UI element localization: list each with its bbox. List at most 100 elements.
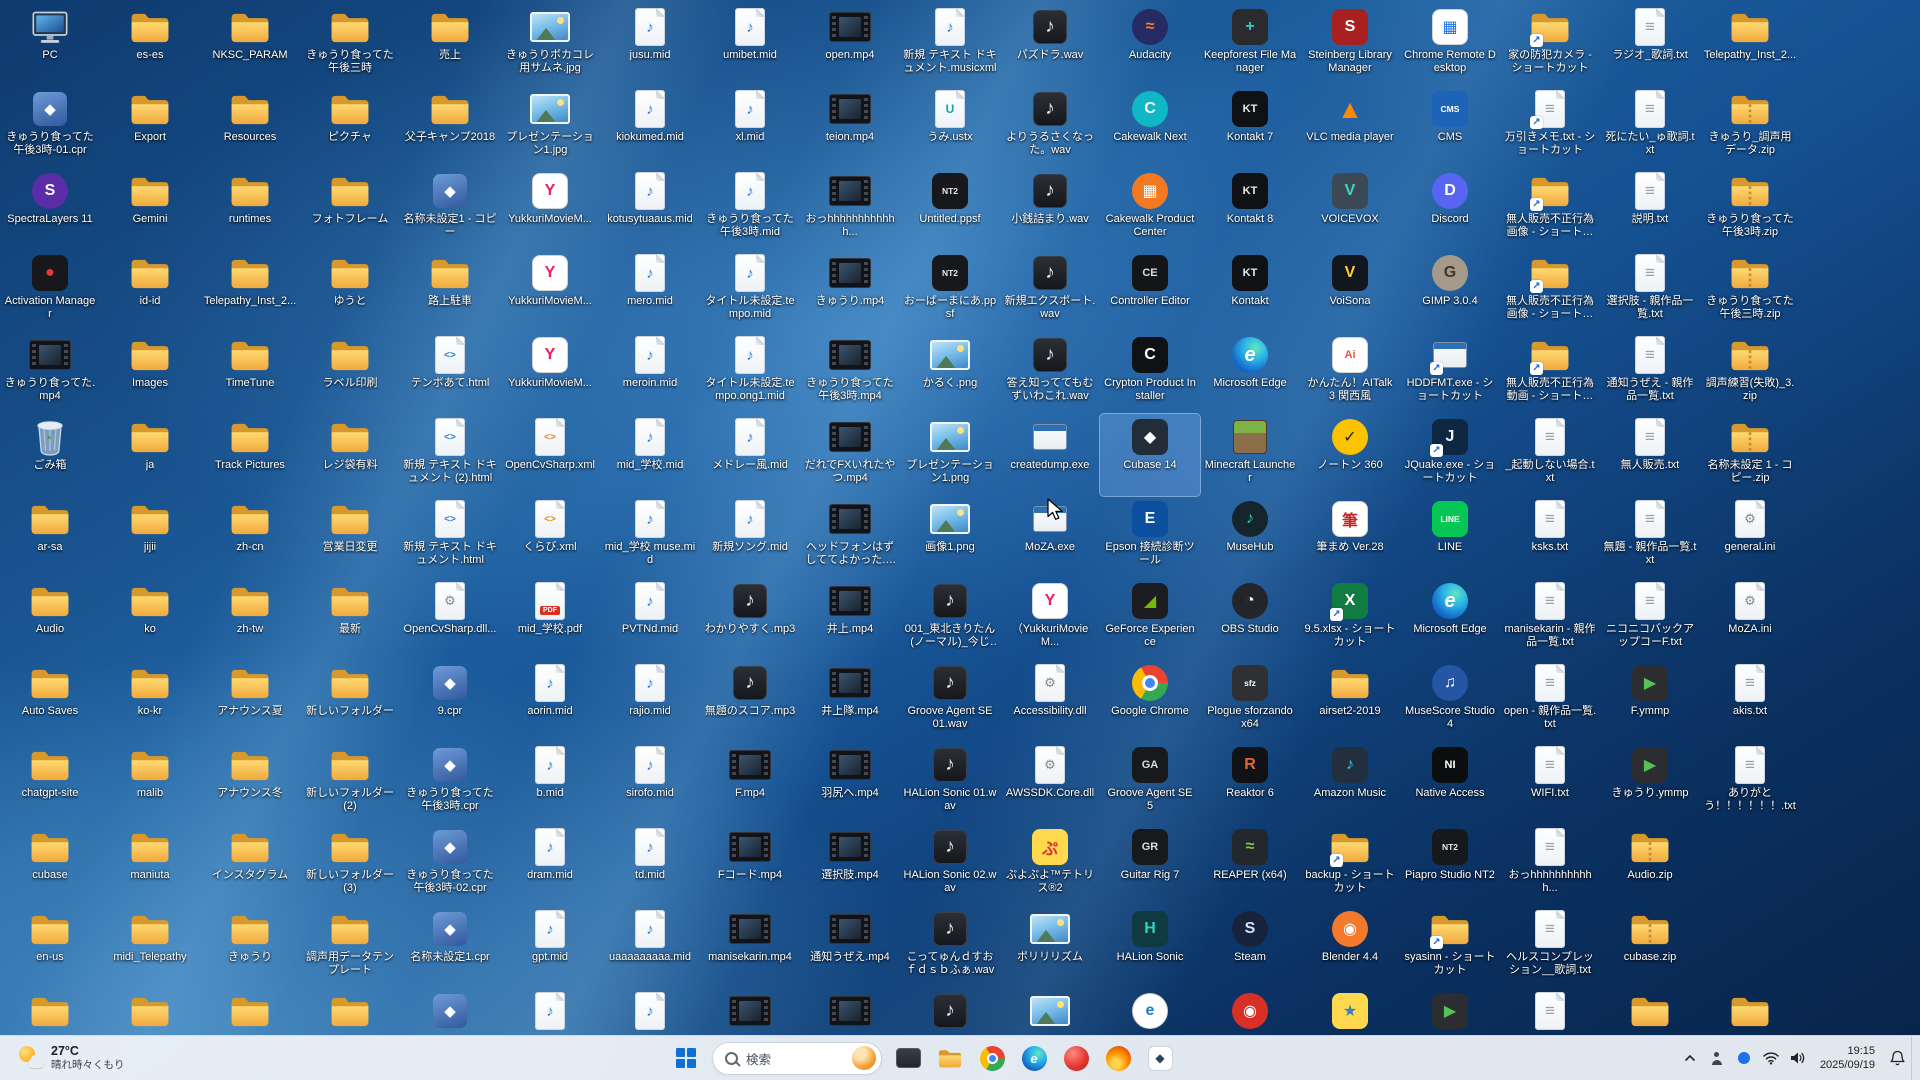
- desktop-icon[interactable]: PDFmid_学校.pdf: [500, 578, 600, 660]
- desktop-icon[interactable]: YYukkuriMovieM...: [500, 332, 600, 414]
- desktop-icon[interactable]: ♪わかりやすく.mp3: [700, 578, 800, 660]
- desktop-icon[interactable]: es-es: [100, 4, 200, 86]
- tray-user-icon[interactable]: [1704, 1040, 1730, 1076]
- desktop-icon[interactable]: en-us: [0, 906, 100, 988]
- desktop-icon[interactable]: CMSCMS: [1400, 86, 1500, 168]
- desktop-icon[interactable]: Gemini: [100, 168, 200, 250]
- desktop-icon[interactable]: NT2Piapro Studio NT2: [1400, 824, 1500, 906]
- desktop-icon[interactable]: ≡説明.txt: [1600, 168, 1700, 250]
- desktop-icon[interactable]: EEpson 接続診断ツール: [1100, 496, 1200, 578]
- search-highlight-avatar[interactable]: [852, 1046, 876, 1070]
- desktop-icon[interactable]: ぷぷよぷよ™テトリス®2: [1000, 824, 1100, 906]
- desktop-icon[interactable]: ピクチャ: [300, 86, 400, 168]
- desktop-icon[interactable]: ♪mid_学校 muse.mid: [600, 496, 700, 578]
- desktop-icon[interactable]: ♪きゅうり食ってた午後3時.mid: [700, 168, 800, 250]
- desktop-icon[interactable]: ≡WIFI.txt: [1500, 742, 1600, 824]
- desktop-icon[interactable]: ≡おっhhhhhhhhhhh...: [1500, 824, 1600, 906]
- desktop-icon[interactable]: ◆きゅうり食ってた午後3時-01.cpr: [0, 86, 100, 168]
- desktop-icon[interactable]: ↗backup - ショートカット: [1300, 824, 1400, 906]
- desktop-icon[interactable]: ♫MuseScore Studio 4: [1400, 660, 1500, 742]
- desktop-icon[interactable]: ↗無人販売不正行為画像 - ショートカツ...: [1500, 168, 1600, 250]
- pinned-microsoft-edge-icon[interactable]: e: [1014, 1038, 1054, 1078]
- pinned-file-explorer-icon[interactable]: [930, 1038, 970, 1078]
- desktop-icon[interactable]: X↗9.5.xlsx - ショートカット: [1300, 578, 1400, 660]
- desktop-icon[interactable]: jijii: [100, 496, 200, 578]
- desktop-icon[interactable]: ◆きゅうり食ってた午後3時.cpr: [400, 742, 500, 824]
- desktop-icon[interactable]: ♪HALion Sonic 02.wav: [900, 824, 1000, 906]
- desktop-icon[interactable]: GRGuitar Rig 7: [1100, 824, 1200, 906]
- desktop-icon[interactable]: Auto Saves: [0, 660, 100, 742]
- desktop-icon[interactable]: おっhhhhhhhhhhhh...: [800, 168, 900, 250]
- desktop-icon[interactable]: ≡_起動しない場合.txt: [1500, 414, 1600, 496]
- desktop-icon[interactable]: YYukkuriMovieM...: [500, 250, 600, 332]
- desktop-icon[interactable]: Telepathy_Inst_2...: [200, 250, 300, 332]
- desktop-icon[interactable]: ⚙general.ini: [1700, 496, 1800, 578]
- desktop-icon[interactable]: 調声練習(失敗)_3.zip: [1700, 332, 1800, 414]
- desktop-icon[interactable]: 営業日変更: [300, 496, 400, 578]
- desktop-icon[interactable]: ♪Amazon Music: [1300, 742, 1400, 824]
- desktop-icon[interactable]: ♪mero.mid: [600, 250, 700, 332]
- desktop-icon[interactable]: ≡通知うぜえ - 親作品一覧.txt: [1600, 332, 1700, 414]
- notification-bell-icon[interactable]: [1884, 1040, 1910, 1076]
- desktop-icon[interactable]: きゅうり食ってた午後三時.zip: [1700, 250, 1800, 332]
- desktop-icon[interactable]: GGIMP 3.0.4: [1400, 250, 1500, 332]
- desktop-icon[interactable]: ♪タイトル未設定.tempo.mid: [700, 250, 800, 332]
- desktop-icon[interactable]: VVOICEVOX: [1300, 168, 1400, 250]
- desktop-icon[interactable]: ♪001_東北きりたん(ノーマル)_今じゃ...: [900, 578, 1000, 660]
- desktop-icon[interactable]: HHALion Sonic: [1100, 906, 1200, 988]
- desktop-icon[interactable]: NT2Untitled.ppsf: [900, 168, 1000, 250]
- desktop-icon[interactable]: ♪よりうるさくなった。wav: [1000, 86, 1100, 168]
- desktop-icon[interactable]: ▦Cakewalk Product Center: [1100, 168, 1200, 250]
- desktop-icon[interactable]: プレゼンテーション1.png: [900, 414, 1000, 496]
- desktop-icon[interactable]: CEController Editor: [1100, 250, 1200, 332]
- desktop-icon[interactable]: ●Activation Manager: [0, 250, 100, 332]
- desktop-icon[interactable]: ラベル印刷: [300, 332, 400, 414]
- desktop-icon[interactable]: 井上隊.mp4: [800, 660, 900, 742]
- desktop-icon[interactable]: ≈Audacity: [1100, 4, 1200, 86]
- pinned-browser-red-icon[interactable]: [1056, 1038, 1096, 1078]
- desktop-icon[interactable]: SSteinberg Library Manager: [1300, 4, 1400, 86]
- desktop-icon[interactable]: ◆名称未設定1 - コピー: [400, 168, 500, 250]
- desktop-icon[interactable]: ♪td.mid: [600, 824, 700, 906]
- desktop-icon[interactable]: ◆9.cpr: [400, 660, 500, 742]
- desktop-icon[interactable]: ◆きゅうり食ってた午後3時-02.cpr: [400, 824, 500, 906]
- desktop-icon[interactable]: sfzPlogue sforzando x64: [1200, 660, 1300, 742]
- desktop-icon[interactable]: YYukkuriMovieM...: [500, 168, 600, 250]
- desktop-icon[interactable]: ♪xl.mid: [700, 86, 800, 168]
- search-box[interactable]: 検索: [712, 1042, 882, 1075]
- desktop-icon[interactable]: <>新規 テキスト ドキュメント (2).html: [400, 414, 500, 496]
- volume-icon[interactable]: [1785, 1040, 1811, 1076]
- desktop-icon[interactable]: J↗JQuake.exe - ショートカット: [1400, 414, 1500, 496]
- desktop-icon[interactable]: きゅうりボカコレ用サムネ.jpg: [500, 4, 600, 86]
- desktop-icon[interactable]: 売上: [400, 4, 500, 86]
- desktop-icon[interactable]: ♪kotusytuaaus.mid: [600, 168, 700, 250]
- desktop-icon[interactable]: airset2-2019: [1300, 660, 1400, 742]
- desktop-icon[interactable]: ≡↗万引きメモ.txt - ショートカット: [1500, 86, 1600, 168]
- desktop-icon[interactable]: 最新: [300, 578, 400, 660]
- desktop-icon[interactable]: ポリリリズム: [1000, 906, 1100, 988]
- desktop-icon[interactable]: runtimes: [200, 168, 300, 250]
- desktop-icon[interactable]: GAGroove Agent SE 5: [1100, 742, 1200, 824]
- desktop-icon[interactable]: ゆうと: [300, 250, 400, 332]
- desktop-icon[interactable]: 通知うぜえ.mp4: [800, 906, 900, 988]
- desktop-icon[interactable]: ▶F.ymmp: [1600, 660, 1700, 742]
- desktop-icon[interactable]: Resources: [200, 86, 300, 168]
- desktop-icon[interactable]: ヘッドフォンはずしててよかった.mp4: [800, 496, 900, 578]
- desktop-icon[interactable]: ♪uaaaaaaaaa.mid: [600, 906, 700, 988]
- desktop-icon[interactable]: ▲VLC media player: [1300, 86, 1400, 168]
- desktop-icon[interactable]: ≡死にたい_ゅ歌詞.txt: [1600, 86, 1700, 168]
- desktop-icon[interactable]: ⚙MoZA.ini: [1700, 578, 1800, 660]
- desktop-icon[interactable]: かるく.png: [900, 332, 1000, 414]
- desktop-icon[interactable]: ≡無題 - 親作品一覧.txt: [1600, 496, 1700, 578]
- desktop-icon[interactable]: Track Pictures: [200, 414, 300, 496]
- desktop-icon[interactable]: ♪タイトル未設定.tempo.ong1.mid: [700, 332, 800, 414]
- desktop-icon[interactable]: ja: [100, 414, 200, 496]
- desktop-icon[interactable]: ♪umibet.mid: [700, 4, 800, 86]
- desktop-icon[interactable]: ♪メドレー風.mid: [700, 414, 800, 496]
- desktop-icon[interactable]: 筆筆まめ Ver.28: [1300, 496, 1400, 578]
- desktop-icon[interactable]: cubase.zip: [1600, 906, 1700, 988]
- desktop-icon[interactable]: F.mp4: [700, 742, 800, 824]
- desktop-icon[interactable]: きゅうり食ってた午後3時.zip: [1700, 168, 1800, 250]
- desktop-icon[interactable]: ◢GeForce Experience: [1100, 578, 1200, 660]
- desktop-icon[interactable]: Telepathy_Inst_2...: [1700, 4, 1800, 86]
